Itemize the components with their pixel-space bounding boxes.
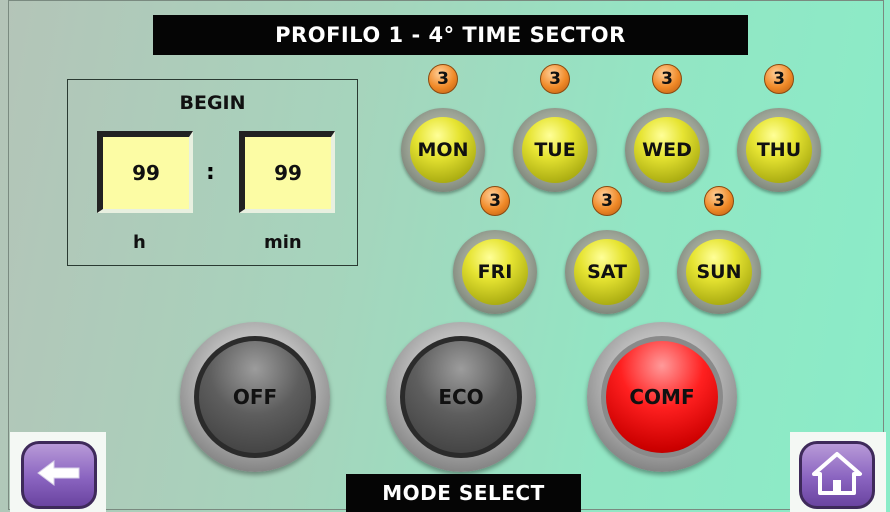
- day-badge-wed: 3: [652, 64, 682, 94]
- begin-label: BEGIN: [179, 92, 246, 114]
- day-label-mon: MON: [410, 117, 476, 183]
- day-badge-tue: 3: [540, 64, 570, 94]
- arrow-left-icon: [36, 458, 82, 492]
- day-badge-thu: 3: [764, 64, 794, 94]
- back-button[interactable]: [21, 441, 97, 509]
- minute-field[interactable]: 99: [239, 131, 335, 213]
- mode-label-off: OFF: [199, 341, 311, 453]
- page-title-text: PROFILO 1 - 4° TIME SECTOR: [275, 23, 626, 47]
- hour-unit-label: h: [133, 232, 146, 253]
- home-icon: [811, 450, 863, 500]
- day-button-sun[interactable]: SUN: [677, 230, 761, 314]
- day-button-wed[interactable]: WED: [625, 108, 709, 192]
- begin-time-panel: BEGIN 99 : 99 h min: [67, 79, 358, 266]
- mode-button-eco[interactable]: ECO: [386, 322, 536, 472]
- day-badge-fri: 3: [480, 186, 510, 216]
- day-button-thu[interactable]: THU: [737, 108, 821, 192]
- mode-button-comf[interactable]: COMF: [587, 322, 737, 472]
- day-label-tue: TUE: [522, 117, 588, 183]
- time-separator: :: [206, 160, 215, 185]
- home-button-area: [790, 432, 886, 512]
- home-button[interactable]: [799, 441, 875, 509]
- mode-select-title: MODE SELECT: [346, 474, 581, 512]
- mode-button-off[interactable]: OFF: [180, 322, 330, 472]
- day-label-wed: WED: [634, 117, 700, 183]
- day-badge-sun: 3: [704, 186, 734, 216]
- mode-label-comf: COMF: [606, 341, 718, 453]
- day-label-thu: THU: [746, 117, 812, 183]
- day-label-sun: SUN: [686, 239, 752, 305]
- day-button-sat[interactable]: SAT: [565, 230, 649, 314]
- back-button-area: [10, 432, 106, 512]
- hour-field[interactable]: 99: [97, 131, 193, 213]
- mode-select-text: MODE SELECT: [382, 481, 545, 505]
- mode-label-eco: ECO: [405, 341, 517, 453]
- day-button-fri[interactable]: FRI: [453, 230, 537, 314]
- page-title: PROFILO 1 - 4° TIME SECTOR: [153, 15, 748, 55]
- minute-unit-label: min: [264, 232, 302, 253]
- day-button-mon[interactable]: MON: [401, 108, 485, 192]
- day-button-tue[interactable]: TUE: [513, 108, 597, 192]
- day-badge-mon: 3: [428, 64, 458, 94]
- day-label-fri: FRI: [462, 239, 528, 305]
- day-badge-sat: 3: [592, 186, 622, 216]
- day-label-sat: SAT: [574, 239, 640, 305]
